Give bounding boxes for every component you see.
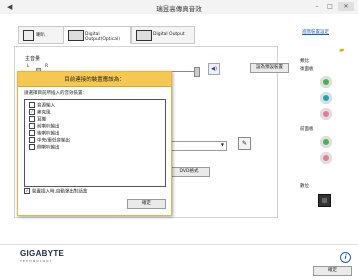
title-bar: ◀ 瑞昱高傳真音效 – □ ✕ (0, 0, 358, 14)
option-label: 音源輸入 (37, 103, 55, 109)
footer-ok-label: 確定 (328, 268, 337, 273)
set-default-device-button[interactable]: 設為預設裝置 (250, 63, 289, 73)
footer-ok-button[interactable]: 確定 (313, 266, 352, 276)
tab-label: 喇叭 (36, 33, 45, 38)
digital-label: 數位 (300, 184, 309, 189)
device-option[interactable]: 後喇叭輸出 (29, 130, 60, 137)
device-option[interactable]: 中央/重低音輸出 (29, 137, 70, 144)
option-label: 前喇叭輸出 (37, 124, 60, 130)
front-jack-pink[interactable] (320, 152, 332, 164)
front-jack-green[interactable] (320, 136, 332, 148)
digital-port-icon[interactable] (318, 194, 331, 207)
optical-socket (322, 198, 327, 203)
volume-right-label: R (45, 64, 49, 69)
auto-popup-checkbox[interactable]: ✓ (24, 188, 30, 194)
gigabyte-logo-sub: TECHNOLOGY (20, 259, 53, 263)
main-volume-label: 主音量 (25, 56, 41, 62)
device-option[interactable]: 耳機 (29, 116, 46, 123)
format-dropdown[interactable]: ▼ (163, 141, 227, 151)
rear-jack-pink[interactable] (320, 108, 332, 120)
advanced-device-settings-link[interactable]: 進階裝置設定 (302, 29, 329, 35)
option-label: 側喇叭輸出 (37, 145, 60, 151)
dialog-title: 目前連接的裝置應該為： (64, 77, 125, 83)
checkbox[interactable] (29, 102, 35, 108)
dialog-ok-button[interactable]: 確定 (127, 199, 166, 209)
tab-label: Digital Output (153, 32, 185, 37)
checkbox[interactable] (29, 130, 35, 136)
close-button[interactable]: ✕ (338, 2, 354, 11)
mute-speaker-icon[interactable]: ◀) (208, 63, 220, 75)
rear-panel-label: 後面板 (300, 67, 314, 72)
speaker-icon (23, 30, 34, 41)
info-icon[interactable]: i (340, 252, 351, 263)
checkbox[interactable] (29, 144, 35, 150)
tab-digital-output-optical[interactable]: Digital Output(Optical) (63, 26, 131, 44)
gigabyte-logo: GIGABYTE (20, 249, 65, 258)
coaxial-port-icon (136, 30, 152, 41)
volume-slider-thumb[interactable] (194, 67, 200, 77)
side-panel: ▰ 類比 後面板 前面板 數位 (297, 46, 347, 221)
device-option[interactable]: ✓ 麥克風 (29, 109, 51, 116)
tab-speaker[interactable]: 喇叭 (18, 26, 64, 44)
tab-digital-output[interactable]: Digital Output (131, 26, 195, 44)
set-default-label: 設為預設裝置 (256, 65, 283, 70)
dvd-format-label: DVD格式 (179, 169, 199, 174)
edit-icon[interactable]: ✎ (238, 137, 251, 150)
dialog-header: 目前連接的裝置應該為： (18, 72, 171, 87)
auto-popup-option[interactable]: ✓ 裝置插入時,自動彈出對話盒 (24, 188, 87, 195)
option-label: 中央/重低音輸出 (37, 138, 71, 144)
device-option[interactable]: 音源輸入 (29, 102, 55, 109)
device-option[interactable]: 前喇叭輸出 (29, 123, 60, 130)
checkbox[interactable] (29, 137, 35, 143)
checkbox[interactable] (29, 116, 35, 122)
optical-port-icon (68, 30, 84, 41)
window-title: 瑞昱高傳真音效 (156, 5, 202, 13)
device-option[interactable]: 側喇叭輸出 (29, 144, 60, 151)
dialog-prompt: 請選擇目前所插入的音效裝置： (24, 91, 87, 96)
auto-popup-label: 裝置插入時,自動彈出對話盒 (32, 189, 88, 195)
checkbox[interactable] (29, 123, 35, 129)
maximize-button[interactable]: □ (324, 2, 336, 11)
option-label: 耳機 (37, 117, 46, 123)
front-panel-label: 前面板 (300, 127, 314, 132)
dvd-format-button[interactable]: DVD格式 (168, 167, 210, 177)
option-label: 麥克風 (37, 110, 51, 116)
minimize-button[interactable]: – (311, 2, 323, 11)
dialog-ok-label: 確定 (142, 201, 151, 206)
chevron-down-icon: ▼ (220, 142, 224, 147)
folder-icon[interactable]: ▰ (339, 46, 344, 54)
analog-label: 類比 (300, 59, 309, 64)
checkbox-checked[interactable]: ✓ (29, 109, 35, 115)
footer: GIGABYTE TECHNOLOGY i 確定 (0, 244, 358, 280)
rear-jack-teal[interactable] (320, 92, 332, 104)
device-detect-dialog: 目前連接的裝置應該為： 請選擇目前所插入的音效裝置： 音源輸入 ✓ 麥克風 耳機 … (17, 71, 172, 216)
device-list: 音源輸入 ✓ 麥克風 耳機 前喇叭輸出 後喇叭輸出 中央/重低音輸出 側喇叭輸出 (24, 99, 166, 187)
volume-left-label: L (27, 64, 30, 69)
rear-jack-green[interactable] (320, 76, 332, 88)
tab-label: Digital Output(Optical) (85, 32, 121, 42)
option-label: 後喇叭輸出 (37, 131, 60, 137)
